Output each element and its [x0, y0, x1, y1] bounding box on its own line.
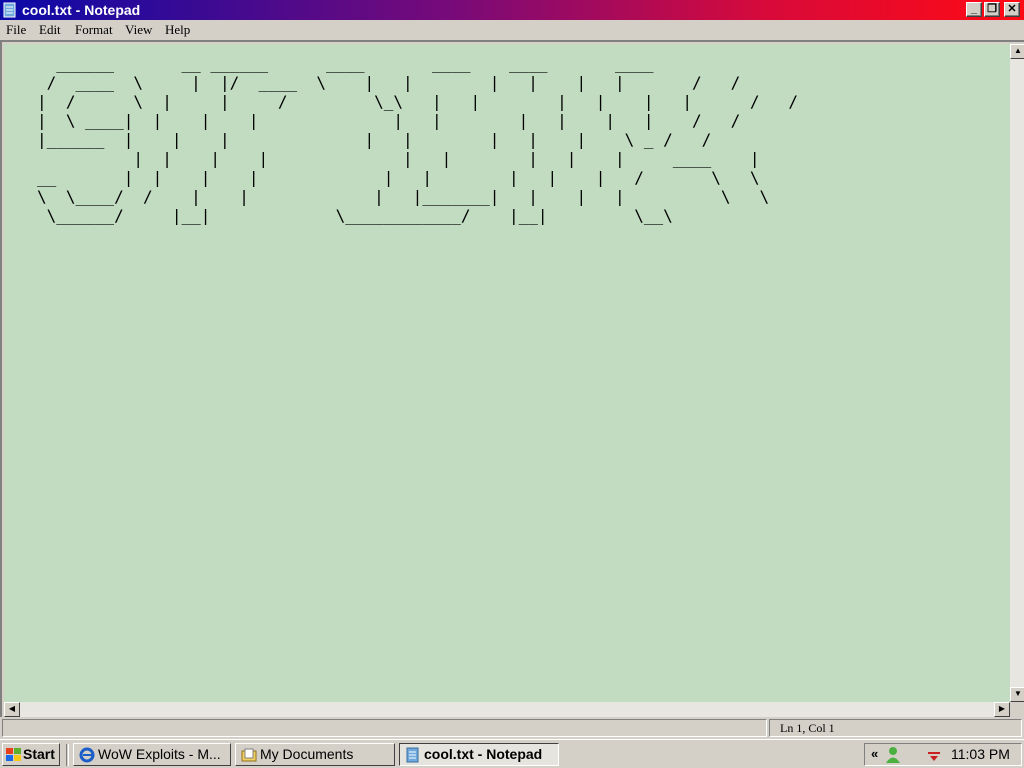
scroll-right-button[interactable]: ▶	[994, 702, 1010, 717]
taskbar: Start WoW Exploits - M... My Documents c…	[0, 739, 1024, 768]
show-hidden-icons-button[interactable]: «	[871, 746, 878, 761]
task-label: cool.txt - Notepad	[424, 746, 543, 762]
task-notepad[interactable]: cool.txt - Notepad	[399, 743, 559, 766]
status-bar: Ln 1, Col 1	[0, 717, 1024, 739]
edit-area: ______ __ ______ ____ ____ ____ ____ / _…	[0, 40, 1024, 717]
menu-format[interactable]: Format	[75, 22, 113, 38]
task-label: WoW Exploits - M...	[98, 746, 221, 762]
messenger-icon[interactable]	[885, 746, 901, 764]
scroll-left-button[interactable]: ◀	[4, 702, 20, 717]
window-title: cool.txt - Notepad	[22, 2, 141, 18]
menu-file[interactable]: File	[6, 22, 26, 38]
title-bar[interactable]: cool.txt - Notepad _ ❐ ✕	[0, 0, 1024, 20]
notepad-icon[interactable]	[3, 2, 17, 18]
scroll-up-button[interactable]: ▲	[1010, 44, 1024, 59]
task-my-documents[interactable]: My Documents	[235, 743, 395, 766]
start-label: Start	[23, 746, 55, 762]
scroll-down-button[interactable]: ▼	[1010, 687, 1024, 702]
task-wow-exploits[interactable]: WoW Exploits - M...	[73, 743, 231, 766]
text-editor[interactable]: ______ __ ______ ____ ____ ____ ____ / _…	[4, 44, 1010, 702]
folder-icon	[241, 748, 257, 762]
menu-edit[interactable]: Edit	[39, 22, 61, 38]
windows-logo-icon	[6, 748, 21, 761]
menu-help[interactable]: Help	[165, 22, 190, 38]
menu-bar: File Edit Format View Help	[0, 20, 1024, 40]
document-text: ______ __ ______ ____ ____ ____ ____ / _…	[37, 54, 798, 225]
task-label: My Documents	[260, 746, 354, 762]
restore-button[interactable]: ❐	[984, 2, 1000, 17]
minimize-button[interactable]: _	[966, 2, 982, 17]
system-tray: « 11:03 PM	[864, 743, 1022, 766]
network-icon[interactable]	[927, 749, 941, 763]
horizontal-scrollbar[interactable]: ◀ ▶	[4, 702, 1010, 717]
cursor-position: Ln 1, Col 1	[769, 719, 1022, 737]
status-pane-main	[2, 719, 767, 737]
close-button[interactable]: ✕	[1004, 2, 1020, 17]
notepad-icon	[406, 747, 419, 763]
vertical-scrollbar[interactable]: ▲ ▼	[1010, 44, 1024, 702]
menu-view[interactable]: View	[125, 22, 152, 38]
internet-explorer-icon	[79, 747, 95, 763]
start-button[interactable]: Start	[2, 743, 60, 766]
clock[interactable]: 11:03 PM	[951, 746, 1010, 762]
taskbar-separator	[66, 744, 69, 766]
